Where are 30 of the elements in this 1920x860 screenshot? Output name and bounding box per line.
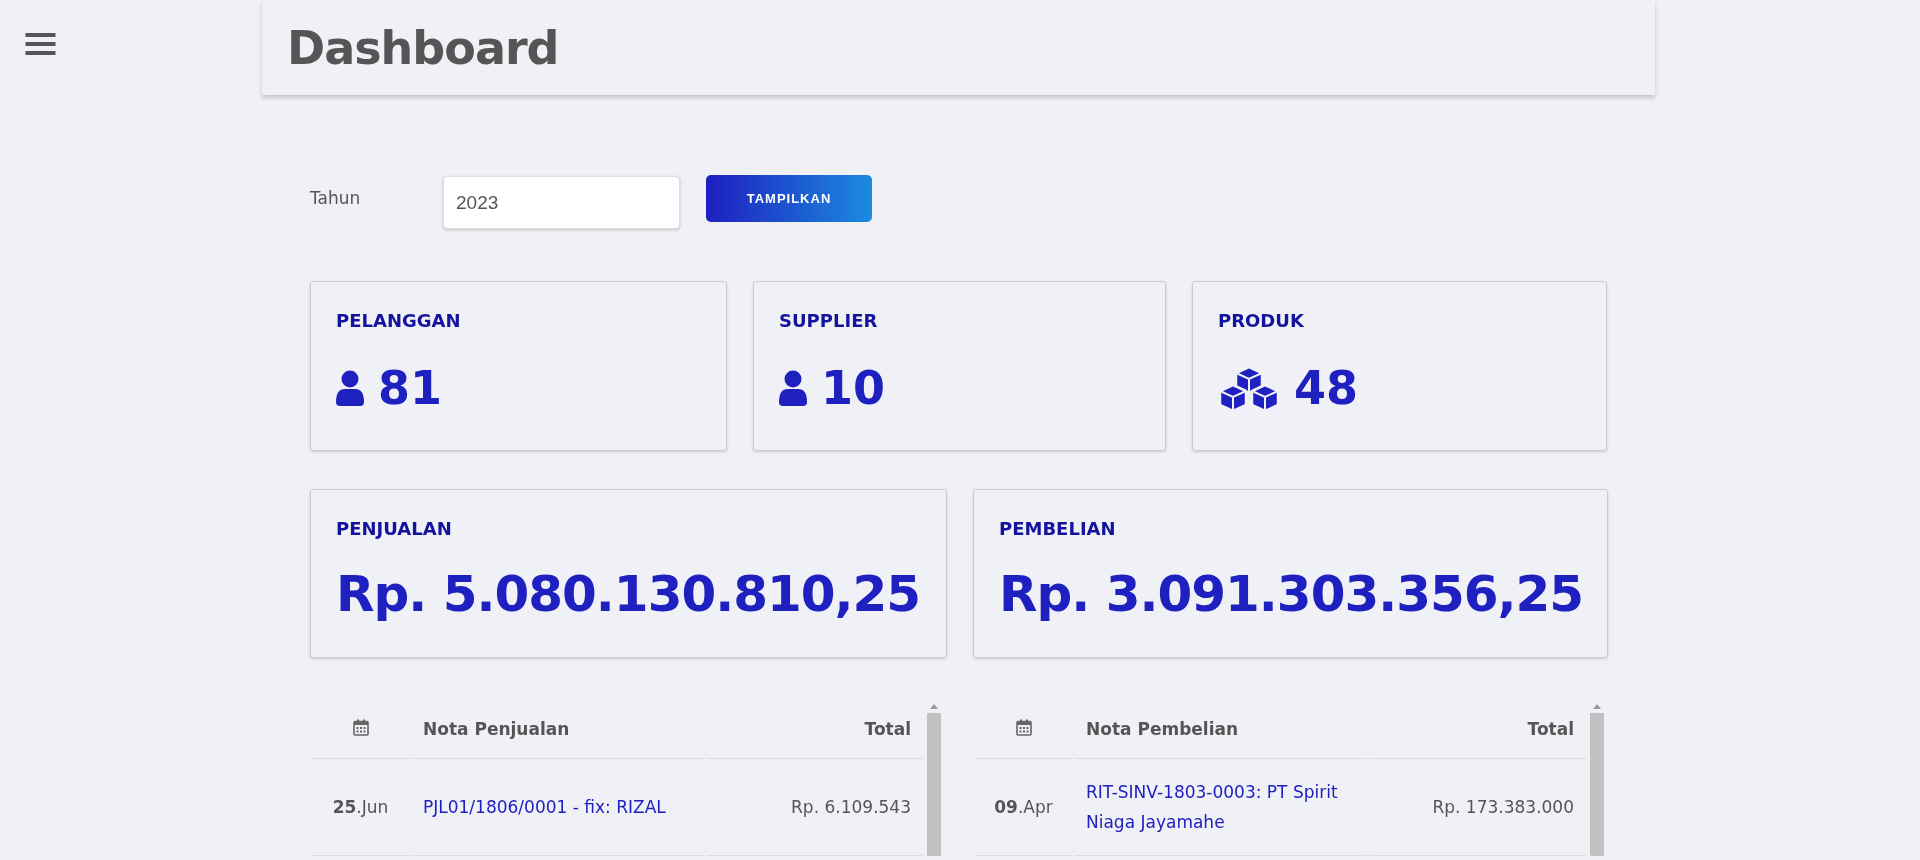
calendar-icon: [1015, 718, 1032, 736]
person-icon: [336, 370, 364, 406]
total-label: PEMBELIAN: [999, 518, 1117, 539]
menu-icon[interactable]: [25, 33, 56, 55]
total-value: Rp. 3.091.303.356,25: [999, 565, 1582, 623]
year-label: Tahun: [310, 187, 362, 208]
column-header: Nota Pembelian: [1074, 700, 1367, 759]
date-cell: 09.Apr: [975, 759, 1072, 856]
column-header: Total: [1369, 700, 1586, 759]
page-title: Dashboard: [287, 20, 559, 75]
column-header: Total: [706, 700, 923, 759]
total-cell: Rp. 6.109.543: [706, 759, 923, 856]
stat-value: 48: [1294, 361, 1358, 415]
invoice-link[interactable]: RIT-SINV-1803-0003: PT Spirit Niaga Jayamahe: [1074, 759, 1367, 856]
date-cell: 25.Jun: [312, 759, 409, 856]
stat-value: 81: [378, 361, 442, 415]
stat-label: SUPPLIER: [779, 310, 879, 331]
stat-value: 10: [821, 361, 885, 415]
year-input[interactable]: 2023: [443, 176, 680, 229]
boxes-icon: [1218, 365, 1280, 411]
person-icon: [779, 370, 807, 406]
column-header: Nota Penjualan: [411, 700, 704, 759]
calendar-icon: [352, 718, 369, 736]
total-value: Rp. 5.080.130.810,25: [336, 565, 921, 623]
total-label: PENJUALAN: [336, 518, 453, 539]
total-cell: Rp. 173.383.000: [1369, 759, 1586, 856]
stat-label: PELANGGAN: [336, 310, 462, 331]
invoice-link[interactable]: PJL01/1806/0001 - fix: RIZAL: [411, 759, 704, 856]
stat-label: PRODUK: [1218, 310, 1305, 331]
show-button[interactable]: TAMPILKAN: [706, 175, 872, 222]
